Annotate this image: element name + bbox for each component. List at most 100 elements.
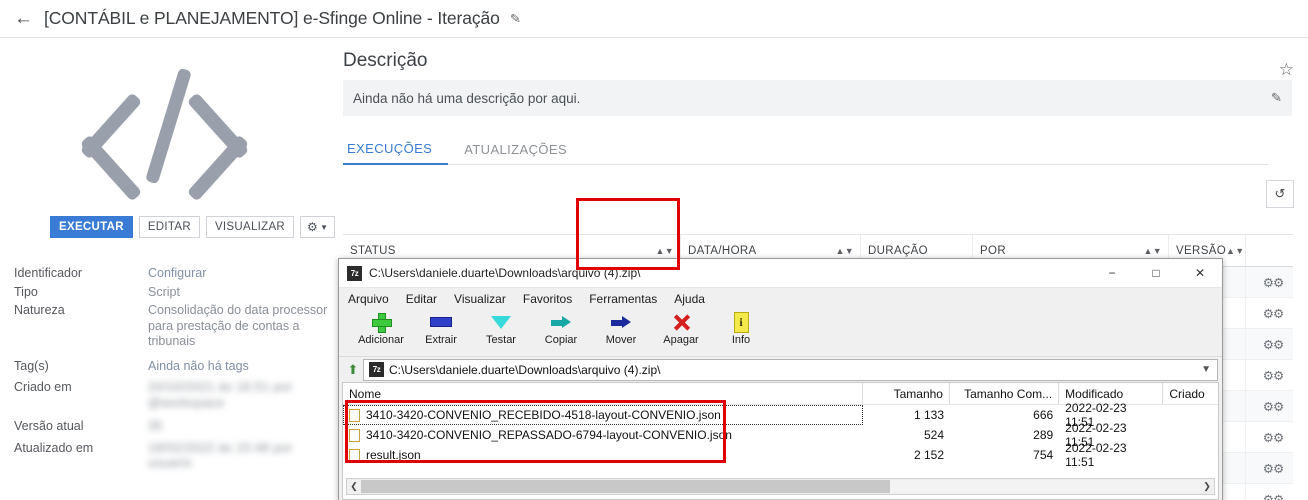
file-name: result.json xyxy=(366,448,421,462)
file-archive-window: 7z C:\Users\daniele.duarte\Downloads\arq… xyxy=(338,258,1223,500)
file-packed-size: 666 xyxy=(1033,408,1054,422)
meta-value-configurar[interactable]: Configurar xyxy=(148,266,206,282)
meta-row-criado-em: Criado em 20/10/2021 às 16:51 por @works… xyxy=(14,380,335,411)
folder-up-icon[interactable]: ⬆ xyxy=(343,362,363,378)
file-col-tamanho-comprimido[interactable]: Tamanho Com... xyxy=(950,383,1060,404)
json-file-icon xyxy=(349,428,360,442)
gears-icon[interactable]: ⚙⚙ xyxy=(1263,368,1284,383)
gears-icon[interactable]: ⚙⚙ xyxy=(1263,275,1284,290)
chevron-left-icon[interactable]: ❮ xyxy=(347,481,361,492)
settings-dropdown-button[interactable]: ⚙ ▼ xyxy=(300,216,336,238)
meta-value-atualizado-em: 18/02/2022 às 15:48 por usuario xyxy=(148,440,293,471)
toolbar-label: Adicionar xyxy=(358,334,404,346)
file-list: Nome Tamanho Tamanho Com... Modificado C… xyxy=(342,382,1219,500)
menu-item-favoritos[interactable]: Favoritos xyxy=(523,292,572,306)
meta-row-tags: Tag(s) Ainda não há tags xyxy=(14,359,335,375)
meta-label: Atualizado em xyxy=(14,440,94,455)
cell-actions: ⚙⚙ xyxy=(1246,298,1293,328)
column-label: STATUS xyxy=(350,244,396,257)
star-outline-icon[interactable]: ☆ xyxy=(1279,60,1294,80)
file-created xyxy=(1163,405,1218,425)
pencil-icon[interactable]: ✎ xyxy=(1271,90,1283,107)
horizontal-scrollbar[interactable]: ❮ ❯ xyxy=(346,478,1215,495)
toolbar-label: Copiar xyxy=(544,334,578,346)
gears-icon[interactable]: ⚙⚙ xyxy=(1263,430,1284,445)
editar-button[interactable]: EDITAR xyxy=(138,216,200,238)
meta-value-tags[interactable]: Ainda não há tags xyxy=(148,359,249,375)
action-button-group: EXECUTAR EDITAR VISUALIZAR ⚙ ▼ xyxy=(0,214,336,240)
close-button[interactable]: ✕ xyxy=(1178,259,1222,287)
file-packed-size: 289 xyxy=(1033,428,1054,442)
file-name-cell[interactable]: result.json xyxy=(343,445,863,465)
meta-value-criado-em: 20/10/2021 às 16:51 por @workspace xyxy=(148,380,293,410)
gears-icon[interactable]: ⚙⚙ xyxy=(1263,306,1284,321)
chevron-right-icon[interactable]: ❯ xyxy=(1200,481,1214,492)
menu-item-ajuda[interactable]: Ajuda xyxy=(674,292,705,306)
arrow-left-icon[interactable]: ← xyxy=(14,9,33,28)
cell-actions: ⚙⚙ xyxy=(1246,360,1293,390)
file-size: 2 152 xyxy=(913,448,944,462)
7z-icon: 7z xyxy=(369,362,384,377)
copy-arrow-icon xyxy=(551,315,571,329)
file-size: 524 xyxy=(923,428,944,442)
toolbar-mover[interactable]: Mover xyxy=(591,310,651,346)
menu-item-ferramentas[interactable]: Ferramentas xyxy=(589,292,657,306)
toolbar-adicionar[interactable]: Adicionar xyxy=(351,310,411,346)
file-name: 3410-3420-CONVENIO_REPASSADO-6794-layout… xyxy=(366,428,732,442)
gears-icon[interactable]: ⚙⚙ xyxy=(1263,337,1284,352)
description-header: Descrição xyxy=(335,38,1308,80)
sort-icon[interactable]: ▲▼ xyxy=(655,246,680,256)
chevron-down-icon xyxy=(491,315,511,329)
file-col-tamanho[interactable]: Tamanho xyxy=(863,383,950,404)
executar-button[interactable]: EXECUTAR xyxy=(50,216,133,238)
file-col-criado[interactable]: Criado xyxy=(1163,383,1218,404)
toolbar-copiar[interactable]: Copiar xyxy=(531,310,591,346)
json-file-icon xyxy=(349,408,360,422)
gears-icon[interactable]: ⚙⚙ xyxy=(1263,461,1284,476)
refresh-icon[interactable]: ↺ xyxy=(1266,180,1294,208)
file-name: 3410-3420-CONVENIO_RECEBIDO-4518-layout-… xyxy=(366,408,721,422)
7z-icon: 7z xyxy=(347,265,362,281)
column-label: DURAÇÃO xyxy=(868,244,928,257)
file-col-nome[interactable]: Nome xyxy=(343,383,863,404)
file-size: 1 133 xyxy=(913,408,944,422)
toolbar-info[interactable]: i Info xyxy=(711,310,771,346)
app-header: ← [CONTÁBIL e PLANEJAMENTO] e-Sfinge Onl… xyxy=(0,0,1308,38)
toolbar-label: Mover xyxy=(605,334,637,346)
address-input[interactable]: 7z C:\Users\daniele.duarte\Downloads\arq… xyxy=(363,358,1218,381)
chevron-down-icon[interactable]: ▼ xyxy=(1201,364,1211,375)
file-list-item[interactable]: result.json 2 152 754 2022-02-23 11:51 xyxy=(343,441,1218,469)
plus-icon xyxy=(372,313,392,333)
gears-icon[interactable]: ⚙⚙ xyxy=(1263,492,1284,500)
toolbar-apagar[interactable]: Apagar xyxy=(651,310,711,346)
json-file-icon xyxy=(349,448,360,462)
meta-label: Criado em xyxy=(14,380,72,394)
description-title: Descrição xyxy=(343,50,428,71)
file-modified: 2022-02-23 11:51 xyxy=(1065,441,1127,469)
toolbar-testar[interactable]: Testar xyxy=(471,310,531,346)
toolbar-label: Extrair xyxy=(425,334,457,346)
meta-row-tipo: Tipo Script xyxy=(14,285,335,301)
sort-icon[interactable]: ▲▼ xyxy=(1143,246,1168,256)
code-brackets-icon xyxy=(79,67,255,202)
visualizar-button[interactable]: VISUALIZAR xyxy=(205,216,295,238)
tab-atualizacoes[interactable]: ATUALIZAÇÕES xyxy=(460,142,579,164)
minimize-button[interactable]: − xyxy=(1090,259,1134,287)
toolbar-extrair[interactable]: Extrair xyxy=(411,310,471,346)
meta-row-atualizado-em: Atualizado em 18/02/2022 às 15:48 por us… xyxy=(14,441,335,472)
menu-item-visualizar[interactable]: Visualizar xyxy=(454,292,506,306)
maximize-button[interactable]: □ xyxy=(1134,259,1178,287)
file-name-cell[interactable]: 3410-3420-CONVENIO_REPASSADO-6794-layout… xyxy=(343,425,863,445)
scrollbar-track[interactable] xyxy=(361,480,1200,493)
menu-item-editar[interactable]: Editar xyxy=(406,292,437,306)
file-name-cell[interactable]: 3410-3420-CONVENIO_RECEBIDO-4518-layout-… xyxy=(343,405,863,425)
zip-menu-bar: Arquivo Editar Visualizar Favoritos Ferr… xyxy=(339,288,1222,310)
sort-icon[interactable]: ▲▼ xyxy=(835,246,860,256)
pencil-icon[interactable]: ✎ xyxy=(509,10,521,27)
scrollbar-thumb[interactable] xyxy=(361,480,890,493)
address-text: C:\Users\daniele.duarte\Downloads\arquiv… xyxy=(389,362,661,377)
tab-execucoes[interactable]: EXECUÇÕES xyxy=(343,141,449,165)
gears-icon[interactable]: ⚙⚙ xyxy=(1263,399,1284,414)
chevron-down-icon: ▼ xyxy=(320,222,329,232)
menu-item-arquivo[interactable]: Arquivo xyxy=(348,292,389,306)
